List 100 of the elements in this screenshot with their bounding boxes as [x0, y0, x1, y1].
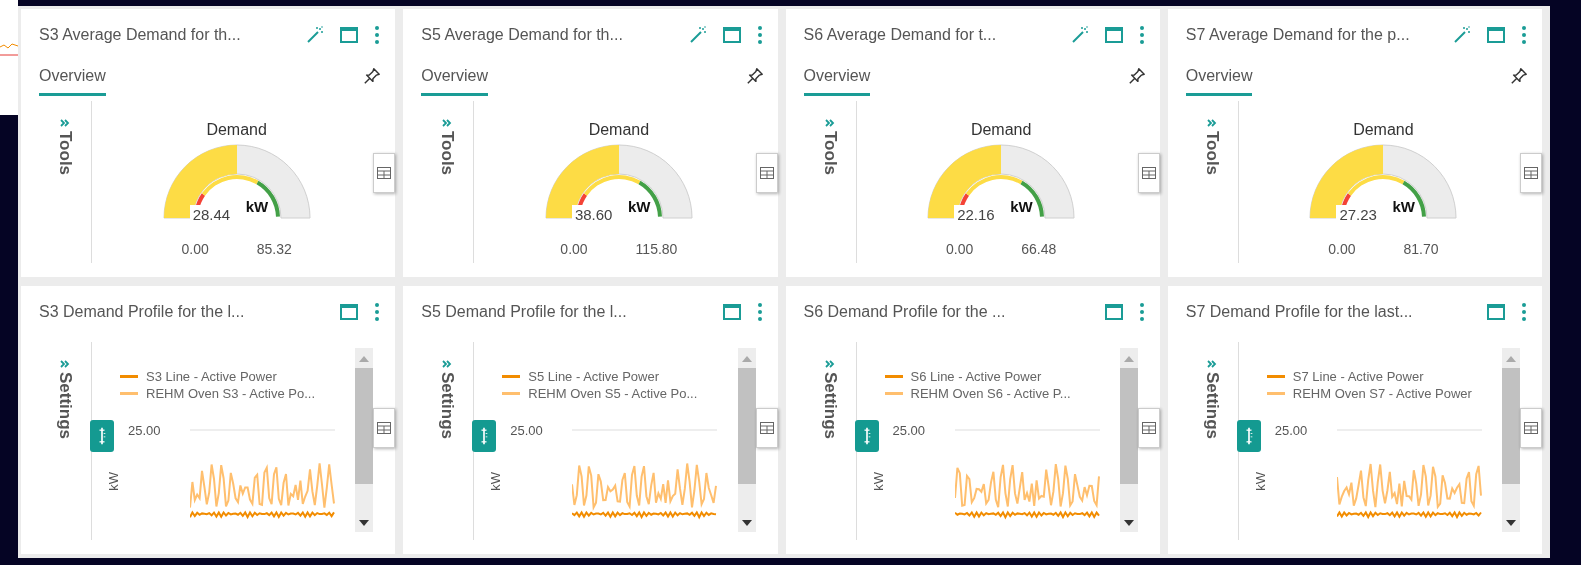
range-filter-button[interactable] [472, 420, 497, 452]
scrollbar[interactable] [355, 348, 374, 532]
more-options-icon[interactable] [1137, 25, 1146, 45]
scroll-down-icon[interactable] [1123, 520, 1134, 526]
maximize-icon[interactable] [721, 302, 742, 322]
table-view-button[interactable] [1137, 153, 1160, 193]
scrollbar[interactable] [737, 348, 756, 532]
maximize-icon[interactable] [1103, 302, 1124, 322]
table-view-button[interactable] [373, 153, 396, 193]
maximize-icon[interactable] [339, 25, 360, 45]
more-options-icon[interactable] [1520, 25, 1528, 45]
double-chevron-icon[interactable] [1206, 119, 1217, 127]
more-options-icon[interactable] [373, 25, 382, 45]
scroll-down-icon[interactable] [1506, 520, 1516, 526]
table-view-button[interactable] [755, 153, 778, 193]
settings-toggle[interactable]: Settings [1201, 372, 1222, 440]
gauge-title: Demand [1353, 121, 1414, 139]
settings-toggle[interactable]: Settings [437, 372, 458, 440]
overview-tab[interactable]: Overview [421, 61, 488, 96]
more-options-icon[interactable] [373, 302, 382, 322]
axis-tick-label: 25.00 [1274, 423, 1308, 438]
legend-label[interactable]: S7 Line - Active Power [1292, 369, 1424, 384]
gauge-unit: kW [627, 198, 651, 215]
maximize-icon[interactable] [721, 25, 742, 45]
table-icon [1524, 422, 1538, 434]
table-view-button[interactable] [1520, 408, 1542, 448]
ruler-icon [97, 426, 107, 446]
tools-toggle[interactable]: Tools [1201, 131, 1222, 176]
tools-toggle[interactable]: Tools [55, 131, 75, 176]
legend-label[interactable]: S3 Line - Active Power [146, 369, 277, 384]
double-chevron-icon[interactable] [824, 119, 835, 127]
table-view-button[interactable] [373, 408, 396, 448]
magic-wand-icon[interactable] [305, 25, 326, 45]
tools-toggle[interactable]: Tools [819, 131, 840, 176]
gauge-title: Demand [206, 121, 267, 139]
overview-tab[interactable]: Overview [1185, 61, 1253, 96]
maximize-icon[interactable] [339, 302, 360, 322]
scroll-thumb[interactable] [1502, 368, 1520, 484]
table-view-button[interactable] [1520, 153, 1542, 193]
gauge-min-label: 0.00 [1328, 241, 1356, 257]
gauge-min-label: 0.00 [560, 241, 588, 257]
scroll-down-icon[interactable] [741, 520, 752, 526]
scrollbar[interactable] [1502, 348, 1520, 532]
card-title: S7 Demand Profile for the last... [1185, 303, 1414, 321]
double-chevron-icon[interactable] [1206, 360, 1217, 368]
legend-label[interactable]: S6 Line - Active Power [910, 369, 1042, 384]
magic-wand-icon[interactable] [1452, 25, 1472, 45]
axis-tick-label: 25.00 [128, 423, 161, 438]
double-chevron-icon[interactable] [824, 360, 835, 368]
legend-label[interactable]: REHM Oven S6 - Active P... [910, 386, 1071, 401]
legend-label[interactable]: REHM Oven S3 - Active Po... [146, 386, 316, 401]
more-options-icon[interactable] [1137, 302, 1146, 322]
maximize-icon[interactable] [1486, 25, 1506, 45]
legend-label[interactable]: REHM Oven S5 - Active Po... [528, 386, 698, 401]
gauge-unit: kW [1392, 198, 1415, 215]
gauge-max-label: 85.32 [256, 241, 292, 257]
legend-label[interactable]: REHM Oven S7 - Active Power [1292, 386, 1472, 401]
more-options-icon[interactable] [1520, 302, 1528, 322]
card-title: S6 Average Demand for t... [803, 26, 998, 44]
range-filter-button[interactable] [1236, 420, 1261, 452]
scrollbar[interactable] [1119, 348, 1138, 532]
axis-title: kW [870, 472, 886, 491]
scroll-up-icon[interactable] [741, 356, 752, 362]
maximize-icon[interactable] [1103, 25, 1124, 45]
scroll-up-icon[interactable] [359, 356, 370, 362]
double-chevron-icon[interactable] [60, 119, 70, 127]
scroll-thumb[interactable] [737, 368, 756, 484]
table-icon [377, 167, 392, 179]
range-filter-button[interactable] [854, 420, 879, 452]
axis-title: kW [106, 472, 121, 491]
legend-label[interactable]: S5 Line - Active Power [528, 369, 660, 384]
table-view-button[interactable] [1137, 408, 1160, 448]
scroll-thumb[interactable] [355, 368, 374, 484]
settings-toggle[interactable]: Settings [55, 372, 75, 440]
settings-toggle[interactable]: Settings [819, 372, 840, 440]
overview-tab[interactable]: Overview [803, 61, 871, 96]
pin-icon[interactable] [363, 67, 382, 85]
table-icon [377, 422, 392, 434]
double-chevron-icon[interactable] [60, 360, 70, 368]
gauge-min-label: 0.00 [945, 241, 974, 257]
axis-title: kW [1252, 472, 1268, 491]
more-options-icon[interactable] [755, 302, 764, 322]
scroll-thumb[interactable] [1119, 368, 1138, 484]
maximize-icon[interactable] [1486, 302, 1506, 322]
more-options-icon[interactable] [755, 25, 764, 45]
overview-tab[interactable]: Overview [39, 61, 106, 96]
table-view-button[interactable] [755, 408, 778, 448]
scroll-up-icon[interactable] [1123, 356, 1134, 362]
pin-icon[interactable] [1510, 67, 1528, 85]
scroll-down-icon[interactable] [359, 520, 370, 526]
scroll-up-icon[interactable] [1506, 356, 1516, 362]
tools-toggle[interactable]: Tools [437, 131, 458, 176]
table-icon [759, 422, 774, 434]
pin-icon[interactable] [745, 67, 764, 85]
table-icon [759, 167, 774, 179]
range-filter-button[interactable] [90, 420, 114, 452]
double-chevron-icon[interactable] [442, 119, 453, 127]
double-chevron-icon[interactable] [442, 360, 453, 368]
table-icon [1141, 167, 1156, 179]
pin-icon[interactable] [1127, 67, 1146, 85]
